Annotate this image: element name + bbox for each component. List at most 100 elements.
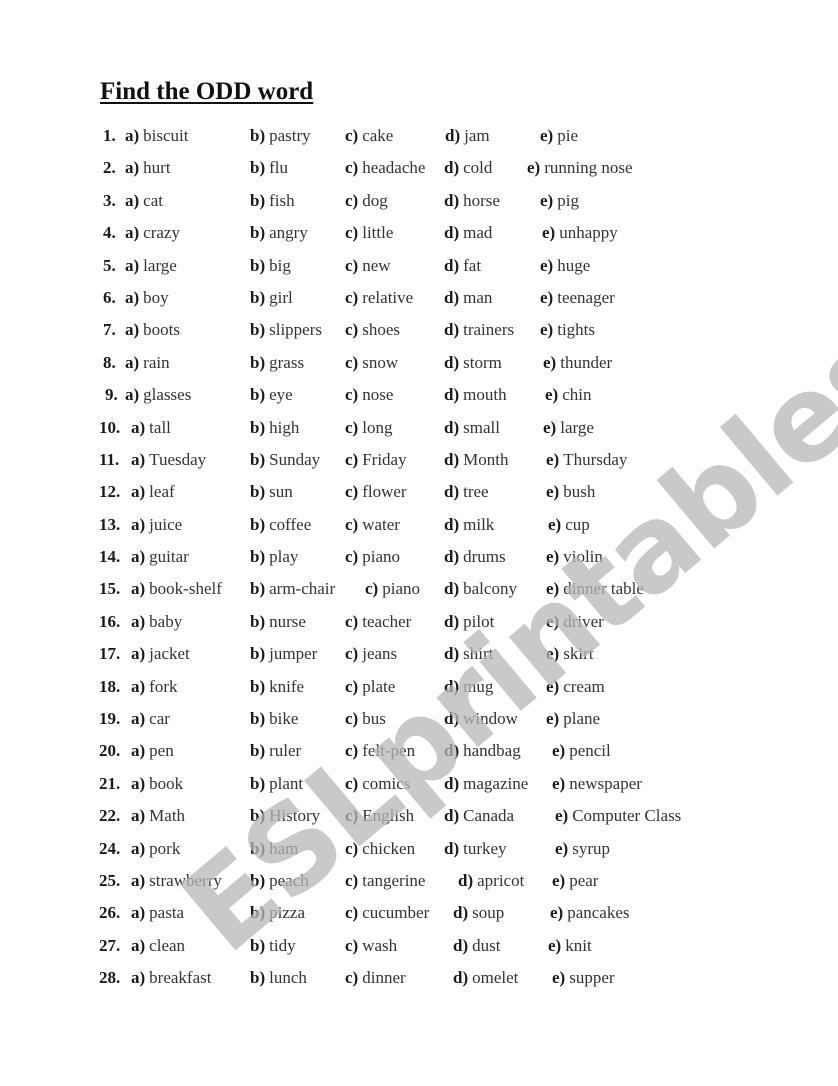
option-word: magazine [463, 773, 529, 793]
option-letter: c) [345, 935, 359, 955]
option-letter: d) [444, 838, 460, 858]
option-word: pencil [569, 741, 611, 761]
option-b: b) big [250, 252, 291, 280]
option-c: c) water [345, 511, 400, 539]
option-word: trainers [463, 320, 515, 340]
option-e: e) unhappy [542, 219, 618, 247]
option-letter: e) [555, 838, 569, 858]
option-word: dog [362, 190, 388, 210]
option-b: b) knife [250, 673, 304, 701]
option-word: pilot [463, 611, 495, 631]
option-word: boy [143, 287, 169, 307]
option-a: a) cat [125, 187, 163, 215]
question-row: 25. a) strawberry b) peach c) tangerine d) apric… [0, 867, 838, 899]
option-word: teacher [362, 611, 412, 631]
option-word: soup [472, 903, 505, 923]
question-row: 2. a) hurt b) flu c) headache d) cold e) running n… [0, 154, 838, 186]
option-word: fat [463, 255, 482, 275]
option-word: English [362, 806, 415, 826]
option-letter: c) [345, 709, 359, 729]
option-letter: c) [345, 838, 359, 858]
option-letter: d) [444, 385, 460, 405]
option-letter: b) [250, 870, 266, 890]
question-number: 18. [99, 676, 121, 696]
option-c: c) dinner [345, 964, 406, 992]
option-d: d) magazine [444, 770, 528, 798]
question-number: 1. [103, 126, 116, 145]
option-word: grass [269, 352, 305, 372]
option-word: large [560, 417, 594, 437]
option-letter: d) [444, 482, 460, 502]
option-letter: d) [444, 709, 460, 729]
option-word: juice [149, 514, 183, 534]
question-number: 21. [99, 773, 121, 793]
option-e: e) violin [546, 543, 603, 571]
option-a: a) Tuesday [131, 446, 206, 474]
option-letter: a) [125, 287, 140, 307]
option-b: b) plant [250, 770, 303, 798]
option-letter: d) [444, 741, 460, 761]
question-number: 5. [103, 255, 116, 275]
option-word: Math [149, 806, 186, 826]
option-letter: a) [131, 449, 146, 469]
question-number: 16. [99, 611, 121, 631]
option-d: d) cold [444, 154, 492, 182]
option-letter: b) [250, 223, 266, 243]
option-letter: d) [444, 255, 460, 275]
option-letter: e) [546, 579, 560, 599]
option-b: b) sun [250, 478, 293, 506]
question-number: 10. [99, 417, 121, 437]
question-row: 27. a) clean b) tidy c) wash d) dust e) knit [0, 932, 838, 964]
option-word: plate [362, 676, 396, 696]
question-row: 9. a) glasses b) eye c) nose d) mouth e) chin [0, 381, 838, 413]
option-word: shoes [362, 320, 400, 340]
option-word: ham [269, 838, 299, 858]
option-b: b) grass [250, 349, 304, 377]
option-c: c) headache [345, 154, 425, 182]
option-d: d) apricot [458, 867, 524, 895]
option-e: e) syrup [555, 835, 610, 863]
option-d: d) storm [444, 349, 502, 377]
option-word: dust [472, 935, 501, 955]
option-letter: a) [125, 126, 140, 145]
option-word: book [149, 773, 184, 793]
question-row: 13. a) juice b) coffee c) water d) milk e) cup [0, 511, 838, 543]
question-row: 20. a) pen b) ruler c) felt-pen d) handbag e) penc… [0, 737, 838, 769]
option-letter: d) [444, 773, 460, 793]
option-c: c) chicken [345, 835, 415, 863]
question-row: 14. a) guitar b) play c) piano d) drums e) violin [0, 543, 838, 575]
option-word: plane [563, 709, 601, 729]
option-e: e) cream [546, 673, 605, 701]
option-word: violin [563, 547, 603, 567]
option-letter: a) [125, 255, 140, 275]
option-word: milk [463, 514, 495, 534]
option-letter: a) [125, 385, 140, 405]
option-b: b) angry [250, 219, 308, 247]
option-a: a) jacket [131, 640, 190, 668]
option-e: e) pear [552, 867, 598, 895]
option-e: e) newspaper [552, 770, 642, 798]
option-e: e) huge [540, 252, 590, 280]
option-word: man [463, 287, 493, 307]
option-d: d) mad [444, 219, 492, 247]
option-e: e) plane [546, 705, 600, 733]
option-letter: c) [345, 352, 359, 372]
question-number: 28. [99, 968, 121, 988]
question-number: 27. [99, 935, 121, 955]
option-letter: d) [453, 903, 469, 923]
option-word: lunch [269, 968, 307, 988]
option-a: a) fork [131, 673, 178, 701]
option-letter: a) [131, 870, 146, 890]
option-c: c) cake [345, 122, 393, 150]
option-letter: d) [444, 223, 460, 243]
option-c: c) English [345, 802, 414, 830]
option-word: History [269, 806, 321, 826]
option-b: b) History [250, 802, 320, 830]
option-d: d) shirt [444, 640, 493, 668]
option-word: cake [362, 126, 394, 145]
question-number: 14. [99, 547, 121, 567]
option-a: a) pasta [131, 899, 184, 927]
option-word: eye [269, 385, 293, 405]
option-letter: b) [250, 449, 266, 469]
option-d: d) mouth [444, 381, 507, 409]
